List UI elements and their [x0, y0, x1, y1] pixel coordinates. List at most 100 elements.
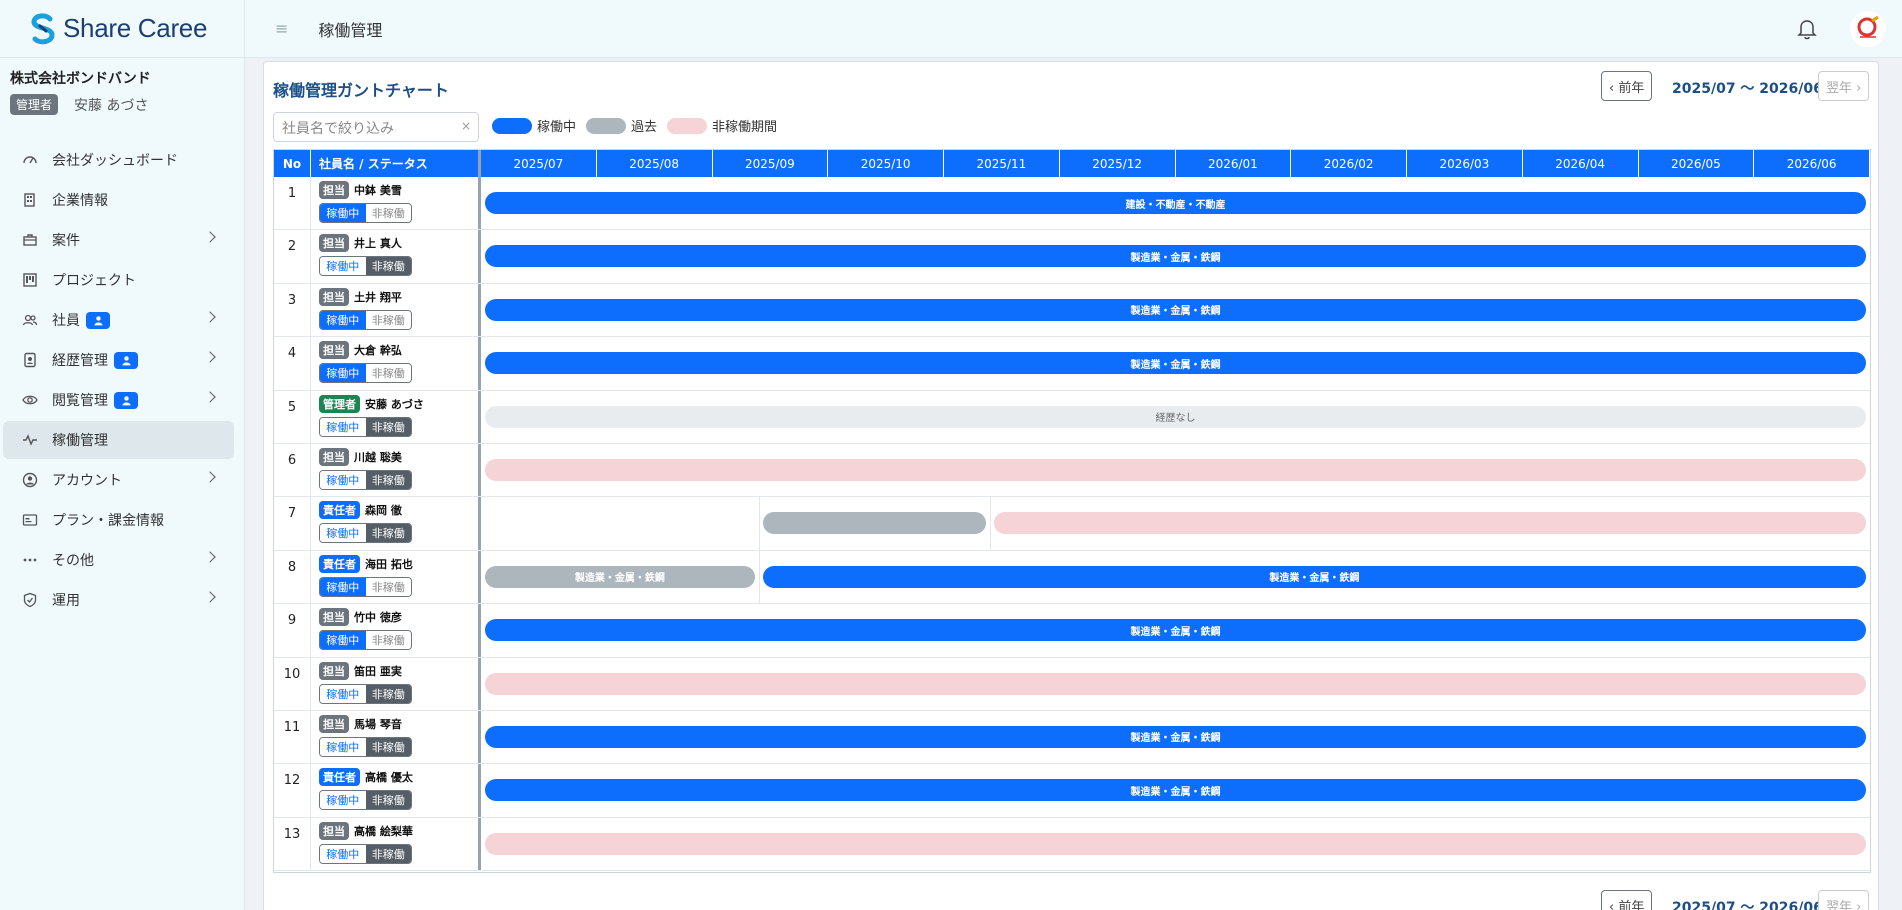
gantt-bar-active[interactable]: 製造業・金属・鉄鋼	[762, 565, 1866, 588]
legend-swatch	[586, 117, 627, 134]
toggle-active-button[interactable]: 稼働中	[320, 737, 366, 756]
avatar[interactable]	[1850, 11, 1886, 47]
toggle-active-button[interactable]: 稼働中	[320, 364, 366, 383]
employee-name[interactable]: 馬場 琴音	[354, 716, 402, 732]
sidebar-item-11[interactable]: 運用	[3, 581, 234, 619]
shield-icon	[22, 592, 38, 608]
employee-name[interactable]: 森岡 徹	[365, 502, 402, 518]
share-caree-logo-icon	[31, 12, 55, 44]
timeline: 建設・不動産・不動産	[481, 177, 1870, 229]
toggle-active-button[interactable]: 稼働中	[320, 257, 366, 276]
employee-name[interactable]: 川越 聡美	[354, 449, 402, 465]
toggle-active-button[interactable]: 稼働中	[320, 684, 366, 703]
speedometer-icon	[22, 152, 38, 168]
sidebar-item-0[interactable]: 会社ダッシュボード	[3, 141, 234, 179]
toggle-inactive-button[interactable]: 非稼働	[365, 364, 411, 383]
gantt-bar-active[interactable]: 製造業・金属・鉄鋼	[485, 298, 1866, 321]
employee-name[interactable]: 井上 真人	[354, 235, 402, 251]
toggle-inactive-button[interactable]: 非稼働	[365, 204, 411, 222]
sidebar-item-6[interactable]: 閲覧管理	[3, 381, 234, 419]
employee-name[interactable]: 土井 翔平	[354, 289, 402, 305]
toggle-inactive-button[interactable]: 非稼働	[365, 257, 411, 276]
timeline: 製造業・金属・鉄鋼	[481, 230, 1870, 282]
employee-name[interactable]: 高橋 絵梨華	[354, 823, 413, 839]
employee-name[interactable]: 竹中 徳彦	[354, 609, 402, 625]
sidebar-item-7[interactable]: 稼働管理	[3, 421, 234, 459]
sidebar-item-label: 会社ダッシュボード	[52, 153, 178, 169]
gantt-bar-active[interactable]: 製造業・金属・鉄鋼	[485, 245, 1866, 268]
gantt-bar-active[interactable]: 製造業・金属・鉄鋼	[485, 725, 1866, 748]
employee-name[interactable]: 海田 拓也	[365, 556, 413, 572]
employee-filter-input[interactable]: 社員名で絞り込み ×	[273, 112, 479, 142]
toggle-inactive-button[interactable]: 非稼働	[365, 737, 411, 756]
chevron-right-icon	[204, 351, 216, 363]
sidebar-item-2[interactable]: 案件	[3, 221, 234, 259]
legend-swatch	[492, 117, 532, 134]
person-circle-icon	[22, 472, 38, 488]
gantt-bar-none[interactable]: 経歴なし	[485, 405, 1866, 428]
card-title: 稼働管理ガントチャート	[273, 81, 449, 100]
gantt-bar-active[interactable]: 建設・不動産・不動産	[485, 192, 1866, 214]
gantt-chart: No 社員名 / ステータス 2025/07 2025/08 2025/09 2025…	[273, 149, 1871, 873]
employee-name[interactable]: 安藤 あづさ	[365, 396, 424, 412]
gantt-bar-active[interactable]: 製造業・金属・鉄鋼	[485, 779, 1866, 802]
prev-year-button[interactable]: ‹ 前年	[1601, 71, 1653, 101]
menu-toggle-icon[interactable]: ≡	[275, 19, 288, 38]
gantt-bar-past[interactable]: 製造業・金属・鉄鋼	[485, 565, 755, 588]
sidebar-item-8[interactable]: アカウント	[3, 461, 234, 499]
toggle-inactive-button[interactable]: 非稼働	[365, 791, 411, 810]
gantt-bar-inactive[interactable]	[485, 832, 1866, 855]
sidebar-item-10[interactable]: その他	[3, 541, 234, 579]
employee-name[interactable]: 中鉢 美雪	[354, 182, 402, 198]
toggle-active-button[interactable]: 稼働中	[320, 470, 366, 489]
sidebar-item-label: 運用	[52, 593, 80, 609]
month-header: 2025/11	[944, 150, 1060, 177]
sidebar-item-3[interactable]: プロジェクト	[3, 261, 234, 299]
gantt-bar-inactive[interactable]	[485, 458, 1866, 481]
employee-name[interactable]: 高橋 優太	[365, 769, 413, 785]
prev-year-button-bottom[interactable]: ‹ 前年	[1601, 890, 1653, 910]
sidebar-item-4[interactable]: 社員	[3, 301, 234, 339]
gantt-bar-active[interactable]: 製造業・金属・鉄鋼	[485, 619, 1866, 642]
gantt-bar-active[interactable]: 製造業・金属・鉄鋼	[485, 352, 1866, 375]
sidebar-item-9[interactable]: プラン・課金情報	[3, 501, 234, 539]
toggle-inactive-button[interactable]: 非稼働	[365, 577, 411, 596]
legend-label: 非稼働期間	[712, 120, 778, 135]
toggle-inactive-button[interactable]: 非稼働	[365, 844, 411, 863]
bell-icon[interactable]	[1797, 18, 1817, 40]
month-header: 2026/03	[1407, 150, 1523, 177]
toggle-inactive-button[interactable]: 非稼働	[365, 684, 411, 703]
toggle-active-button[interactable]: 稼働中	[320, 310, 366, 329]
gantt-bar-past[interactable]	[762, 512, 987, 535]
toggle-inactive-button[interactable]: 非稼働	[365, 417, 411, 436]
timeline	[481, 444, 1870, 496]
next-year-button[interactable]: 翌年 ›	[1818, 71, 1870, 101]
clear-filter-icon[interactable]: ×	[461, 119, 471, 133]
toggle-active-button[interactable]: 稼働中	[320, 417, 366, 436]
status-toggle: 稼働中 非稼働	[319, 843, 412, 864]
sidebar-item-1[interactable]: 企業情報	[3, 181, 234, 219]
sidebar-item-label: 社員	[52, 313, 80, 329]
sidebar-item-5[interactable]: 経歴管理	[3, 341, 234, 379]
row-number: 4	[274, 337, 311, 390]
employee-name[interactable]: 大倉 幹弘	[354, 342, 402, 358]
gantt-row: 9 担当 竹中 徳彦 稼働中 非稼働 製造業・金属・鉄鋼	[274, 604, 1870, 658]
sidebar-item-label: プロジェクト	[52, 273, 136, 289]
toggle-active-button[interactable]: 稼働中	[320, 524, 366, 543]
period-divider	[990, 497, 992, 550]
toggle-active-button[interactable]: 稼働中	[320, 844, 366, 863]
gantt-bar-inactive[interactable]	[485, 672, 1866, 695]
toggle-inactive-button[interactable]: 非稼働	[365, 631, 411, 650]
legend: 稼働中 過去 非稼働期間	[492, 116, 787, 135]
toggle-active-button[interactable]: 稼働中	[320, 631, 366, 650]
toggle-active-button[interactable]: 稼働中	[320, 791, 366, 810]
toggle-inactive-button[interactable]: 非稼働	[365, 310, 411, 329]
toggle-inactive-button[interactable]: 非稼働	[365, 524, 411, 543]
toggle-inactive-button[interactable]: 非稼働	[365, 470, 411, 489]
toggle-active-button[interactable]: 稼働中	[320, 204, 366, 222]
next-year-button-bottom[interactable]: 翌年 ›	[1818, 890, 1870, 910]
employee-name[interactable]: 笛田 亜実	[354, 663, 402, 679]
logo[interactable]: Share Caree	[0, 0, 244, 58]
gantt-bar-inactive[interactable]	[994, 512, 1866, 535]
toggle-active-button[interactable]: 稼働中	[320, 577, 366, 596]
